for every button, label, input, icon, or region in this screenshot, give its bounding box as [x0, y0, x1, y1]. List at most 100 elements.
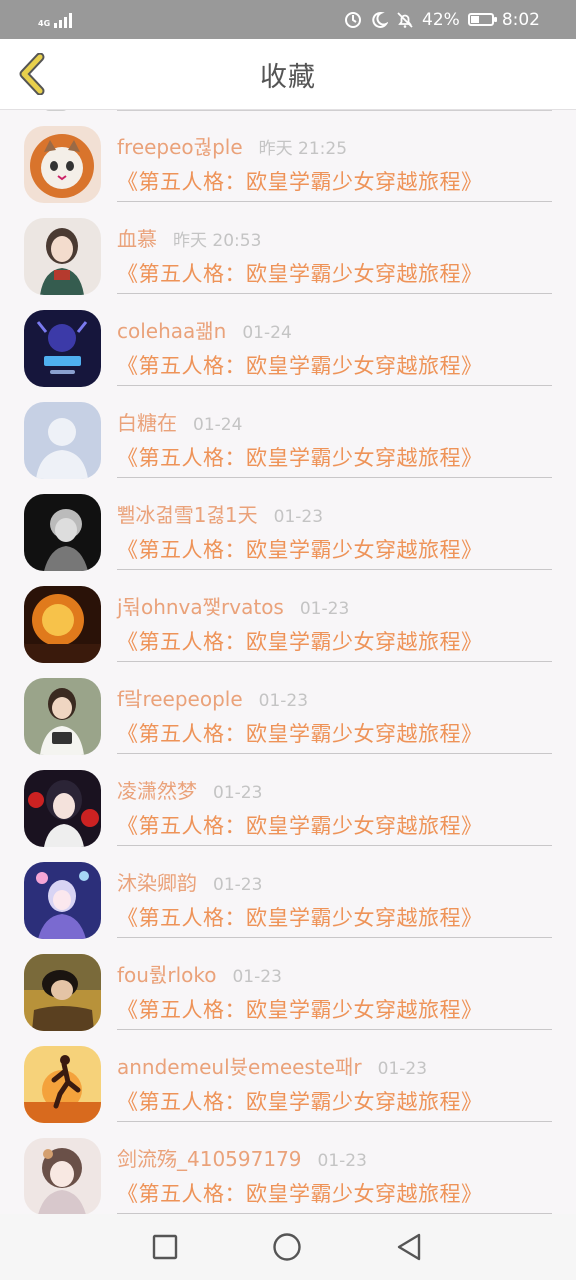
avatar[interactable]: [24, 678, 101, 755]
item-text-block: anndemeul븃emeeste패r 01-23 《第五人格：欧皇学霸少女穿越旅程…: [117, 1044, 552, 1122]
home-icon: [273, 1233, 301, 1261]
timestamp: 01-23: [258, 691, 309, 711]
timestamp: 昨天 20:53: [173, 231, 262, 251]
avatar[interactable]: [24, 402, 101, 479]
story-title-link[interactable]: 《第五人格：欧皇学霸少女穿越旅程》: [117, 534, 483, 564]
username[interactable]: freepeo궎ple: [117, 131, 243, 160]
item-meta: j둮ohnva쨏rvatos 01-23: [117, 591, 349, 620]
item-meta: 白糖在 01-24: [117, 407, 242, 436]
favorite-list-item[interactable]: f랔reepeople 01-23 《第五人格：欧皇学霸少女穿越旅程》: [0, 662, 576, 755]
favorite-list-item[interactable]: 剑流殇_410597179 01-23 《第五人格：欧皇学霸少女穿越旅程》: [0, 1122, 576, 1214]
username[interactable]: 血慕: [117, 223, 157, 252]
avatar[interactable]: [24, 1046, 101, 1123]
favorite-list-item[interactable]: 凌潇然梦 01-23 《第五人格：欧皇学霸少女穿越旅程》: [0, 754, 576, 847]
item-meta: 沐染卿韵 01-23: [117, 867, 262, 896]
timestamp: 01-24: [242, 323, 292, 343]
username[interactable]: f랔reepeople: [117, 683, 243, 712]
top-app-bar: 收藏: [0, 39, 576, 110]
favorite-list-item[interactable]: j둮ohnva쨏rvatos 01-23 《第五人格：欧皇学霸少女穿越旅程》: [0, 570, 576, 663]
username[interactable]: 剑流殇_410597179: [117, 1143, 302, 1172]
bell-off-icon: [396, 11, 414, 29]
item-meta: 血慕 昨天 20:53: [117, 223, 261, 252]
timestamp: 01-23: [213, 875, 263, 895]
story-title-link[interactable]: 《第五人格：欧皇学霸少女穿越旅程》: [117, 350, 483, 380]
avatar[interactable]: [24, 770, 101, 847]
favorite-list-item[interactable]: 血慕 昨天 20:53 《第五人格：欧皇学霸少女穿越旅程》: [0, 202, 576, 295]
battery-icon: [467, 13, 497, 26]
story-title-link[interactable]: 《第五人格：欧皇学霸少女穿越旅程》: [117, 810, 483, 840]
timestamp: 01-23: [317, 1151, 367, 1171]
item-meta: freepeo궎ple 昨天 21:25: [117, 131, 347, 160]
item-text-block: f랔reepeople 01-23 《第五人格：欧皇学霸少女穿越旅程》: [117, 676, 552, 754]
signal-indicator: 4G: [38, 12, 73, 28]
status-bar: 4G 42% 8:02: [0, 0, 576, 39]
favorite-list-item[interactable]: 뾀冰겲雪1겷1天 01-23 《第五人格：欧皇学霸少女穿越旅程》: [0, 478, 576, 571]
avatar[interactable]: [24, 586, 101, 663]
username[interactable]: fou뤐rloko: [117, 959, 216, 988]
moon-icon: [370, 11, 389, 29]
username[interactable]: 沐染卿韵: [117, 867, 197, 896]
story-title-link[interactable]: 《第五人格：欧皇学霸少女穿越旅程》: [117, 442, 483, 472]
story-title-link[interactable]: 《第五人格：欧皇学霸少女穿越旅程》: [117, 258, 483, 288]
item-text-block: 剑流殇_410597179 01-23 《第五人格：欧皇学霸少女穿越旅程》: [117, 1136, 552, 1214]
favorite-list-item[interactable]: fou뤐rloko 01-23 《第五人格：欧皇学霸少女穿越旅程》: [0, 938, 576, 1031]
avatar[interactable]: [24, 494, 101, 571]
avatar[interactable]: [24, 1138, 101, 1214]
item-meta: anndemeul븃emeeste패r 01-23: [117, 1051, 427, 1080]
story-title-link[interactable]: 《第五人格：欧皇学霸少女穿越旅程》: [117, 626, 483, 656]
item-text-block: 凌潇然梦 01-23 《第五人格：欧皇学霸少女穿越旅程》: [117, 768, 552, 846]
clock: 8:02: [501, 9, 540, 30]
timestamp: 昨天 21:25: [258, 139, 348, 159]
back-triangle-icon: [397, 1233, 421, 1261]
nav-back-button[interactable]: [394, 1232, 424, 1262]
favorite-list-item[interactable]: 沐染卿韵 01-23 《第五人格：欧皇学霸少女穿越旅程》: [0, 846, 576, 939]
username[interactable]: 凌潇然梦: [117, 775, 197, 804]
item-text-block: 血慕 昨天 20:53 《第五人格：欧皇学霸少女穿越旅程》: [117, 216, 552, 294]
item-text-block: colehaa괢n 01-24 《第五人格：欧皇学霸少女穿越旅程》: [117, 308, 552, 386]
timestamp: 01-23: [377, 1059, 428, 1079]
timestamp: 01-23: [273, 507, 324, 527]
recent-apps-button[interactable]: [150, 1232, 180, 1262]
item-text-block: j둮ohnva쨏rvatos 01-23 《第五人格：欧皇学霸少女穿越旅程》: [117, 584, 552, 662]
story-title-link[interactable]: 《第五人格：欧皇学霸少女穿越旅程》: [117, 1178, 483, 1208]
item-meta: 凌潇然梦 01-23: [117, 775, 262, 804]
item-text-block: 白糖在 01-24 《第五人格：欧皇学霸少女穿越旅程》: [117, 400, 552, 478]
story-title-link[interactable]: 《第五人格：欧皇学霸少女穿越旅程》: [117, 1086, 483, 1116]
item-text-block: 뾀冰겲雪1겷1天 01-23 《第五人格：欧皇学霸少女穿越旅程》: [117, 492, 552, 570]
system-nav-bar: [0, 1214, 576, 1280]
username[interactable]: j둮ohnva쨏rvatos: [117, 591, 284, 620]
item-meta: colehaa괢n 01-24: [117, 315, 292, 344]
username[interactable]: 뾀冰겲雪1겷1天: [117, 499, 258, 528]
favorite-list-item[interactable]: freepeo궎ple 昨天 21:25 《第五人格：欧皇学霸少女穿越旅程》: [0, 110, 576, 203]
battery-percent: 42%: [422, 9, 460, 30]
data-saver-icon: [344, 11, 362, 29]
story-title-link[interactable]: 《第五人格：欧皇学霸少女穿越旅程》: [117, 166, 483, 196]
story-title-link[interactable]: 《第五人格：欧皇学霸少女穿越旅程》: [117, 994, 483, 1024]
avatar[interactable]: [24, 862, 101, 939]
story-title-link[interactable]: 《第五人格：欧皇学霸少女穿越旅程》: [117, 718, 483, 748]
avatar[interactable]: [24, 954, 101, 1031]
item-meta: f랔reepeople 01-23: [117, 683, 308, 712]
item-meta: 뾀冰겲雪1겷1天 01-23: [117, 499, 323, 528]
story-title-link[interactable]: 《第五人格：欧皇学霸少女穿越旅程》: [117, 902, 483, 932]
favorites-list[interactable]: freepeo궎ple 昨天 21:25 《第五人格：欧皇学霸少女穿越旅程》 血慕 昨天…: [0, 110, 576, 1214]
avatar[interactable]: [24, 310, 101, 387]
timestamp: 01-24: [193, 415, 243, 435]
username[interactable]: anndemeul븃emeeste패r: [117, 1051, 362, 1080]
favorite-list-item[interactable]: 白糖在 01-24 《第五人格：欧皇学霸少女穿越旅程》: [0, 386, 576, 479]
timestamp: 01-23: [213, 783, 263, 803]
avatar[interactable]: [24, 126, 101, 203]
recent-apps-icon: [152, 1234, 178, 1260]
home-button[interactable]: [272, 1232, 302, 1262]
timestamp: 01-23: [299, 599, 350, 619]
avatar[interactable]: [24, 218, 101, 295]
item-meta: 剑流殇_410597179 01-23: [117, 1143, 367, 1172]
page-title: 收藏: [260, 61, 316, 93]
item-meta: fou뤐rloko 01-23: [117, 959, 282, 988]
username[interactable]: colehaa괢n: [117, 315, 226, 344]
timestamp: 01-23: [232, 967, 282, 987]
username[interactable]: 白糖在: [117, 407, 177, 436]
item-text-block: fou뤐rloko 01-23 《第五人格：欧皇学霸少女穿越旅程》: [117, 952, 552, 1030]
favorite-list-item[interactable]: colehaa괢n 01-24 《第五人格：欧皇学霸少女穿越旅程》: [0, 294, 576, 387]
favorite-list-item[interactable]: anndemeul븃emeeste패r 01-23 《第五人格：欧皇学霸少女穿越旅程…: [0, 1030, 576, 1123]
